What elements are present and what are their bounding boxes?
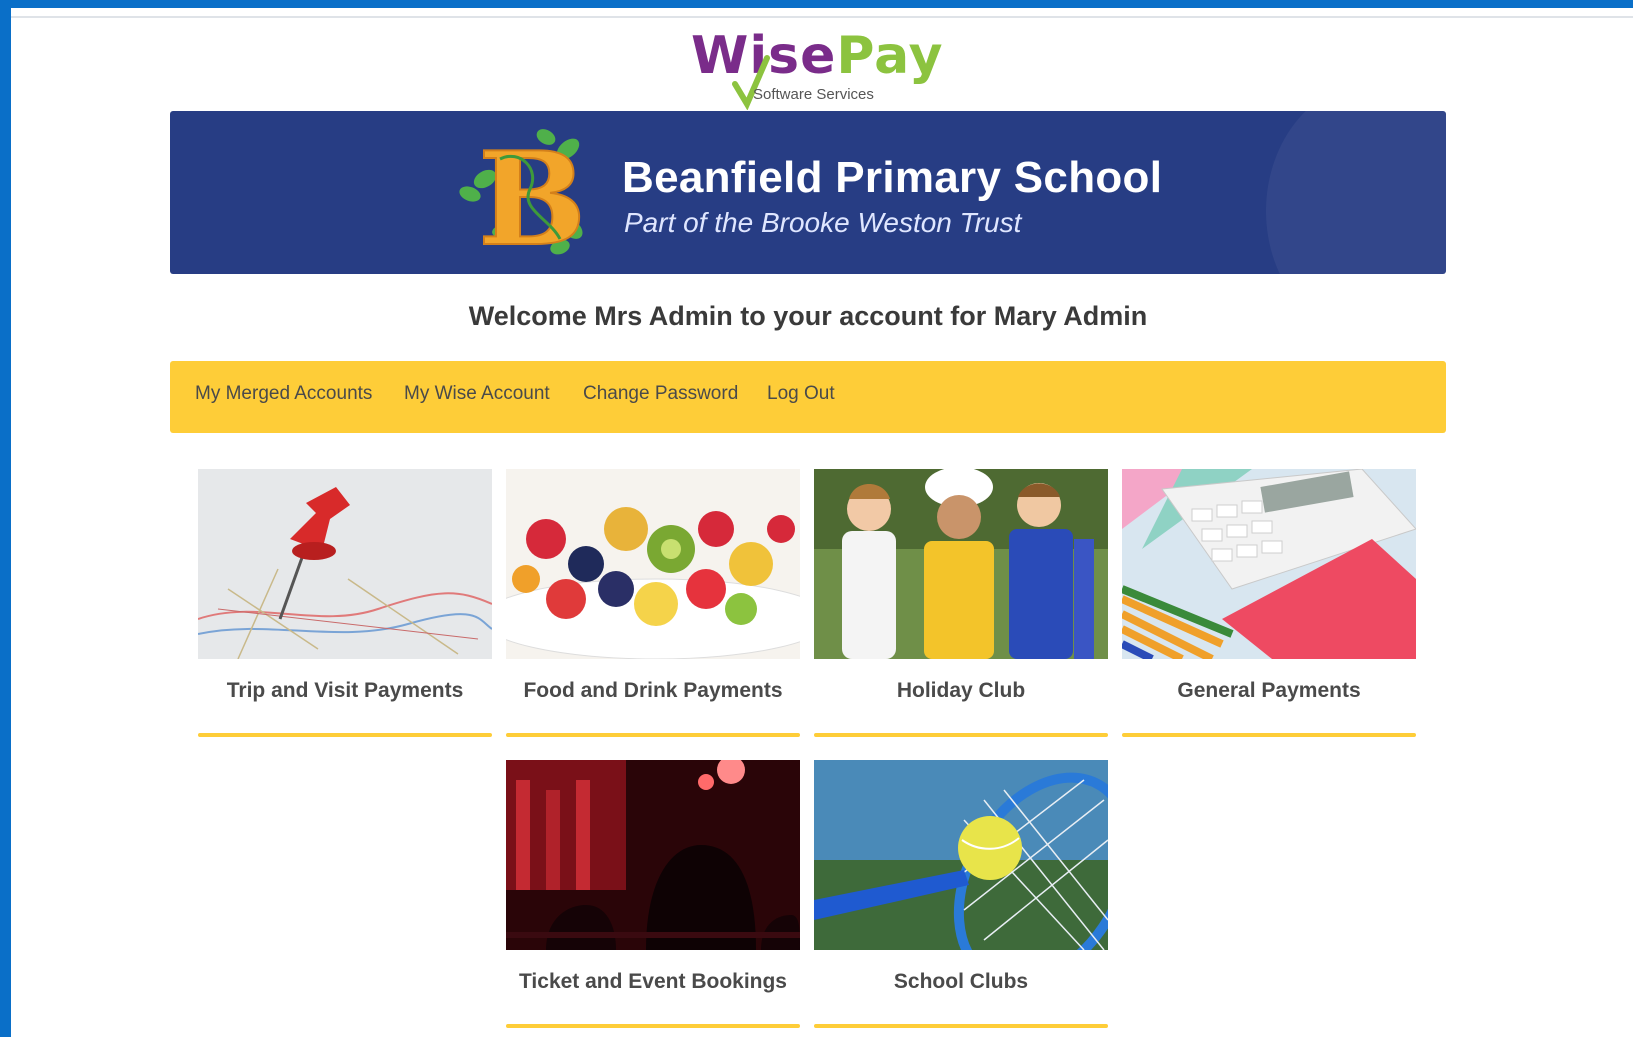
nav-my-wise-account[interactable]: My Wise Account: [404, 383, 550, 405]
tile-underline: [506, 1024, 800, 1028]
logo-word-pay: Pay: [836, 26, 944, 86]
logo-wordmark: WisePay: [691, 26, 944, 86]
tile-underline: [506, 733, 800, 737]
banner-decoration: [1266, 111, 1446, 274]
tile-underline: [198, 733, 492, 737]
tile-label: Food and Drink Payments: [523, 679, 783, 702]
tile-underline: [814, 1024, 1108, 1028]
children-image: [814, 469, 1108, 659]
nav-my-merged-accounts[interactable]: My Merged Accounts: [195, 383, 372, 405]
nav-log-out[interactable]: Log Out: [767, 383, 835, 405]
browser-viewport: WisePay Software Services B Beanfield Pr…: [11, 8, 1633, 1037]
tile-label: Ticket and Event Bookings: [518, 970, 787, 993]
map-pin-image: [198, 469, 492, 659]
school-name: Beanfield Primary School: [622, 153, 1163, 202]
fruit-bowl-image: [506, 469, 800, 659]
school-crest-icon: B: [459, 124, 587, 264]
tile-underline: [814, 733, 1108, 737]
svg-text:B: B: [478, 125, 586, 264]
tile-label: School Clubs: [893, 970, 1029, 993]
tile-food-drink-payments[interactable]: Food and Drink Payments: [506, 469, 800, 739]
tile-holiday-club[interactable]: Holiday Club: [814, 469, 1108, 739]
tile-underline: [1122, 733, 1416, 737]
calculator-image: [1122, 469, 1416, 659]
school-banner: B Beanfield Primary School Part of the B…: [170, 111, 1446, 274]
tile-general-payments[interactable]: General Payments: [1122, 469, 1416, 739]
tile-ticket-event-bookings[interactable]: Ticket and Event Bookings: [506, 760, 800, 1030]
tile-label: Holiday Club: [896, 679, 1026, 702]
school-subtitle: Part of the Brooke Weston Trust: [624, 207, 1022, 238]
tile-label: General Payments: [1177, 679, 1361, 702]
account-nav-bar: My Merged Accounts My Wise Account Chang…: [170, 361, 1446, 433]
wisepay-logo[interactable]: WisePay Software Services: [691, 26, 943, 110]
logo-tagline: Software Services: [753, 86, 874, 103]
tile-school-clubs[interactable]: School Clubs: [814, 760, 1108, 1030]
nav-change-password[interactable]: Change Password: [583, 383, 738, 405]
welcome-message: Welcome Mrs Admin to your account for Ma…: [468, 301, 1148, 331]
top-divider: [11, 16, 1633, 18]
tile-label: Trip and Visit Payments: [226, 679, 464, 702]
tennis-image: [814, 760, 1108, 950]
theatre-image: [506, 760, 800, 950]
tile-trip-visit-payments[interactable]: Trip and Visit Payments: [198, 469, 492, 739]
